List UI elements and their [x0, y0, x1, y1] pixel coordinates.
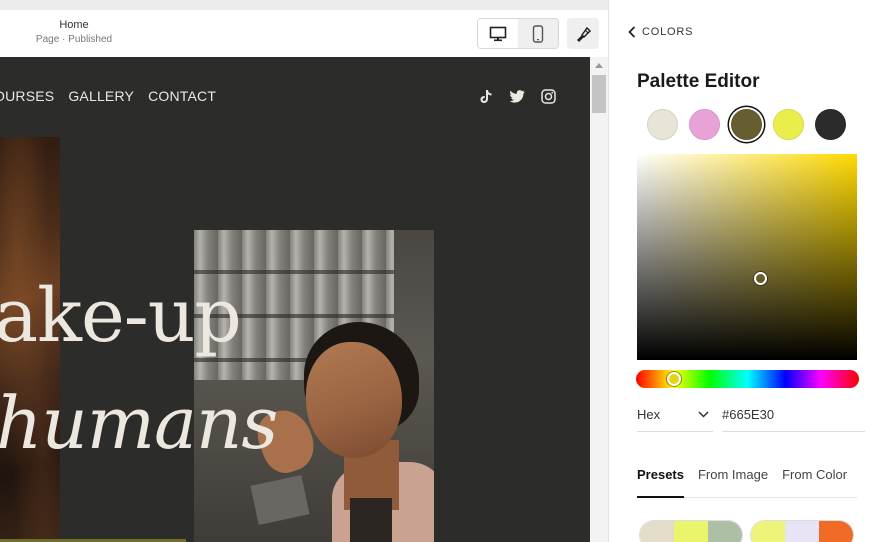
- hex-value-input[interactable]: [722, 398, 865, 432]
- panel-title: Palette Editor: [637, 71, 760, 92]
- site-nav: OURSES GALLERY CONTACT: [0, 88, 216, 104]
- tab-from-image[interactable]: From Image: [698, 458, 768, 498]
- site-preview[interactable]: OURSES GALLERY CONTACT ake-up humans: [0, 57, 590, 542]
- scroll-up-icon[interactable]: [595, 63, 603, 68]
- instagram-icon[interactable]: [540, 88, 556, 104]
- color-format-label: Hex: [637, 407, 661, 422]
- swatch-5[interactable]: [815, 109, 846, 140]
- scroll-thumb[interactable]: [592, 75, 606, 113]
- desktop-view-button[interactable]: [478, 19, 518, 48]
- preview-scrollbar[interactable]: [590, 57, 608, 542]
- palette-editor-panel: COLORS Palette Editor Hex Presets From I…: [608, 0, 880, 542]
- saturation-brightness-picker[interactable]: [637, 154, 857, 360]
- swatch-3[interactable]: [731, 109, 762, 140]
- page-status: Page · Published: [35, 34, 113, 45]
- preset-palette-1[interactable]: [639, 520, 743, 542]
- palette-swatches: [647, 109, 846, 140]
- social-links: [478, 88, 556, 104]
- hue-slider[interactable]: [636, 370, 859, 388]
- back-label: COLORS: [642, 26, 694, 38]
- hero-heading-line1: ake-up: [0, 273, 242, 359]
- hero-heading-line2: humans: [0, 381, 278, 465]
- nav-item-courses[interactable]: OURSES: [0, 88, 54, 104]
- tab-from-color[interactable]: From Color: [782, 458, 847, 498]
- device-toggle: [477, 18, 559, 49]
- hue-slider-handle[interactable]: [667, 372, 681, 386]
- nav-item-contact[interactable]: CONTACT: [148, 88, 216, 104]
- desktop-icon: [489, 26, 507, 41]
- back-to-colors-link[interactable]: COLORS: [628, 26, 693, 38]
- preset-palette-2[interactable]: [750, 520, 854, 542]
- page-info[interactable]: Home Page · Published: [26, 18, 122, 47]
- twitter-icon[interactable]: [509, 88, 525, 104]
- mobile-view-button[interactable]: [518, 19, 558, 48]
- nav-item-gallery[interactable]: GALLERY: [68, 88, 134, 104]
- site-styles-button[interactable]: [567, 18, 599, 49]
- mobile-icon: [532, 24, 544, 43]
- chevron-down-icon: [698, 411, 709, 418]
- tab-presets[interactable]: Presets: [637, 458, 684, 498]
- page-title: Home: [59, 19, 89, 31]
- swatch-2[interactable]: [689, 109, 720, 140]
- paintbrush-icon: [577, 26, 592, 42]
- swatch-1[interactable]: [647, 109, 678, 140]
- picker-handle[interactable]: [754, 272, 767, 285]
- color-format-select[interactable]: Hex: [637, 398, 713, 432]
- tiktok-icon[interactable]: [478, 88, 494, 104]
- palette-source-tabs: Presets From Image From Color: [637, 458, 857, 498]
- swatch-4[interactable]: [773, 109, 804, 140]
- chevron-left-icon: [628, 26, 636, 38]
- editor-toolbar: Home Page · Published: [0, 10, 608, 57]
